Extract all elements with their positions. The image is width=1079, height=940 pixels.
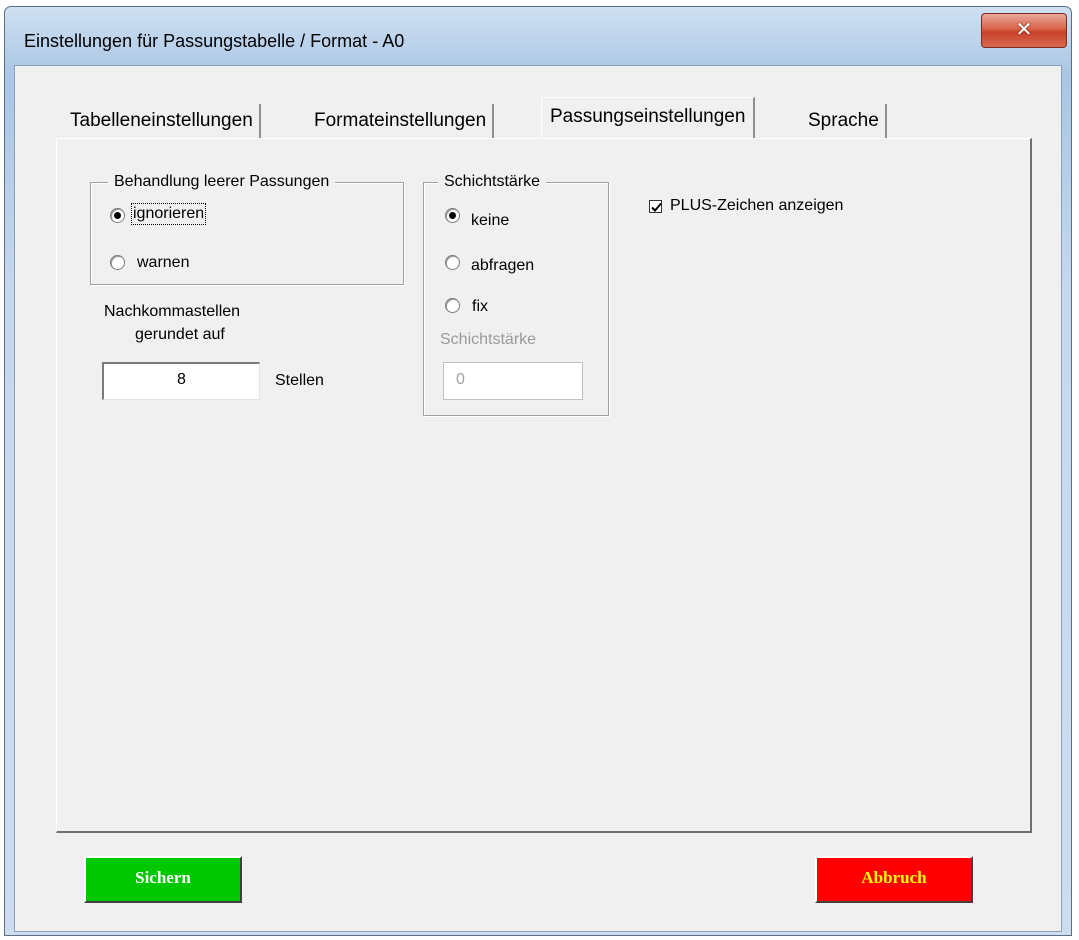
window-title: Einstellungen für Passungstabelle / Form…	[24, 31, 405, 51]
tab-formateinstellungen[interactable]: Formateinstellungen	[308, 104, 495, 138]
decimals-unit-label: Stellen	[275, 372, 324, 389]
cancel-button[interactable]: Abbruch	[815, 856, 973, 903]
radio-ignorieren[interactable]	[110, 208, 125, 223]
decimals-label-line1: Nachkommastellen	[104, 303, 241, 320]
checkmark-icon	[651, 202, 662, 212]
radio-keine[interactable]	[445, 208, 460, 223]
radio-fix[interactable]	[445, 298, 460, 313]
tab-tabelleneinstellungen[interactable]: Tabelleneinstellungen	[64, 104, 261, 138]
radio-abfragen[interactable]	[445, 255, 460, 270]
tab-sprache[interactable]: Sprache	[802, 104, 887, 138]
radio-ignorieren-label[interactable]: ignorieren	[130, 203, 207, 225]
close-icon: ✕	[1015, 17, 1033, 41]
radio-warnen-label[interactable]: warnen	[137, 254, 189, 272]
decimals-input[interactable]: 8	[102, 362, 260, 400]
layer-thickness-caption: Schichtstärke	[438, 173, 547, 191]
decimals-label-line2: gerundet auf	[135, 326, 225, 343]
radio-keine-label[interactable]: keine	[471, 212, 509, 230]
save-button[interactable]: Sichern	[84, 856, 242, 903]
layer-thickness-field-label: Schichtstärke	[440, 331, 537, 348]
close-button[interactable]: ✕	[981, 13, 1067, 48]
radio-fix-label[interactable]: fix	[472, 298, 488, 316]
plus-sign-label[interactable]: PLUS-Zeichen anzeigen	[670, 197, 843, 215]
plus-sign-checkbox[interactable]	[649, 200, 662, 213]
layer-thickness-input[interactable]: 0	[443, 362, 583, 400]
radio-abfragen-label[interactable]: abfragen	[471, 257, 534, 275]
tab-passungseinstellungen[interactable]: Passungseinstellungen	[541, 97, 756, 138]
radio-warnen[interactable]	[110, 255, 125, 270]
empty-fits-caption: Behandlung leerer Passungen	[108, 173, 336, 191]
